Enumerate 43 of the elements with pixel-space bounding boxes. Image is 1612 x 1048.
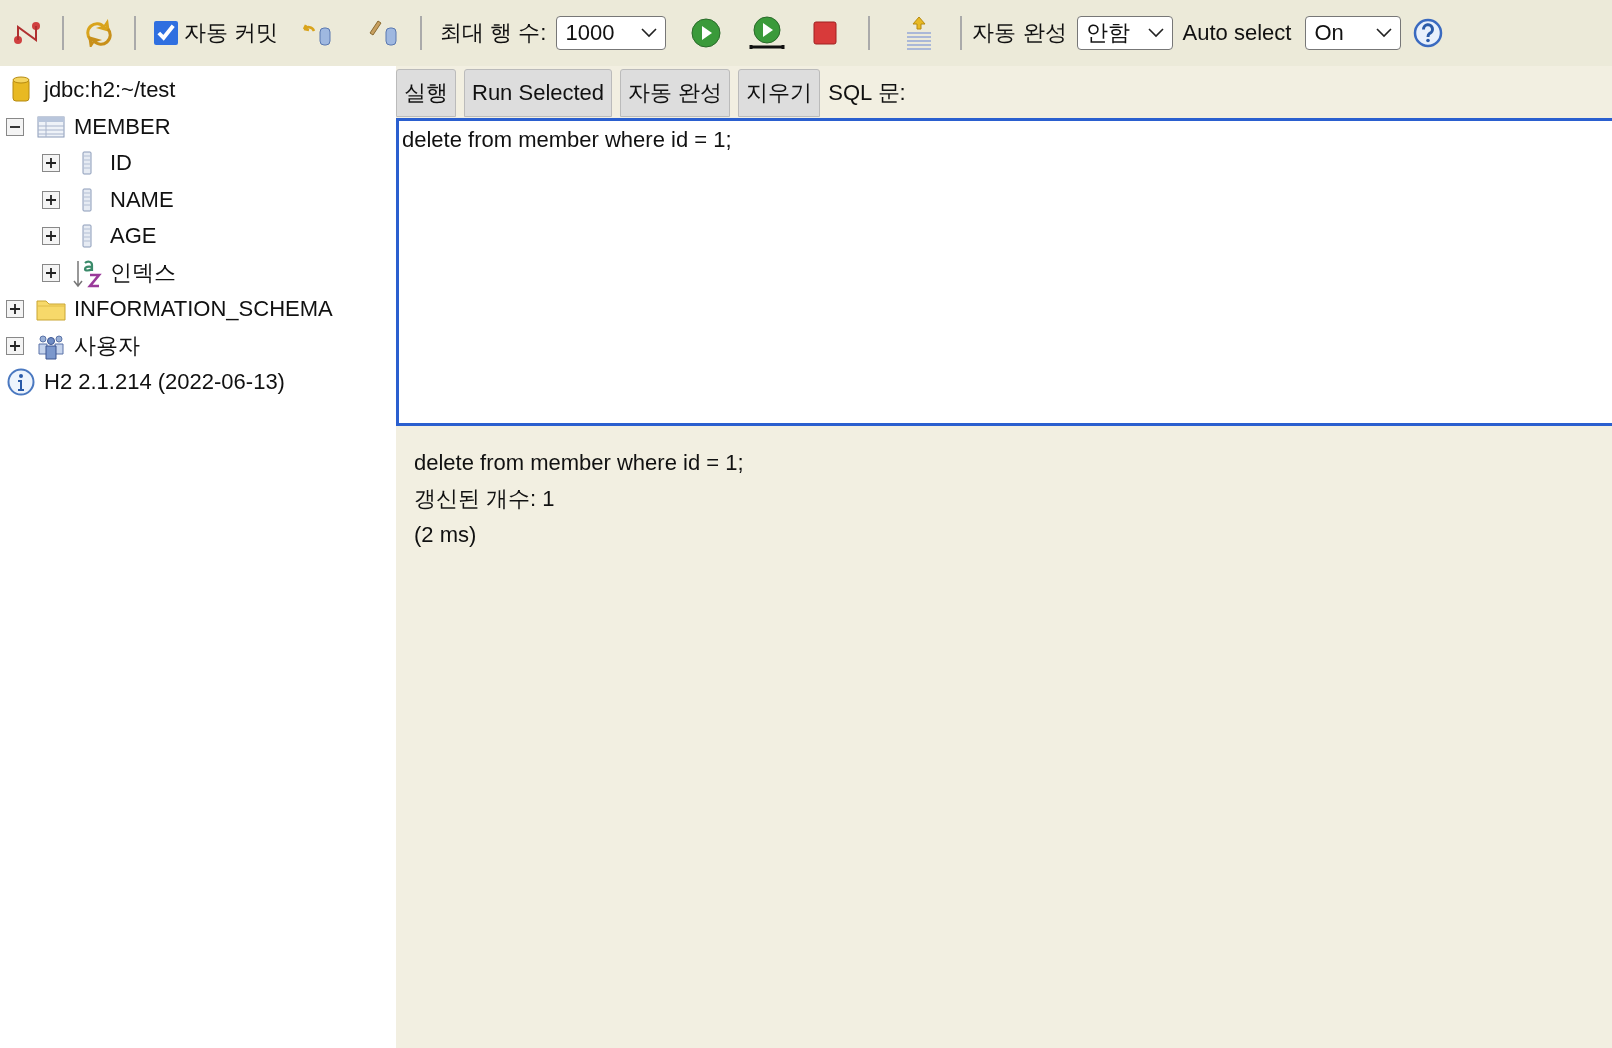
tree-item[interactable]: NAME xyxy=(110,186,174,213)
expand-icon[interactable] xyxy=(42,263,60,282)
expand-icon[interactable] xyxy=(6,336,24,355)
max-rows-label: 최대 행 수: xyxy=(440,19,547,47)
caret-icon xyxy=(1147,28,1164,38)
column-icon xyxy=(82,187,92,212)
result-text: 갱신된 개수: 1 xyxy=(414,485,556,513)
collapse-icon[interactable] xyxy=(6,117,24,136)
expand-icon[interactable] xyxy=(42,154,60,173)
sql-action-button[interactable]: Run Selected xyxy=(464,69,613,117)
auto-select-label: Auto select xyxy=(1182,20,1292,46)
column-icon xyxy=(82,224,92,249)
autocomplete-select[interactable]: 안함 xyxy=(1076,16,1173,50)
tree-item[interactable]: INFORMATION_SCHEMA xyxy=(74,296,333,323)
sql-label: SQL 문: xyxy=(828,79,906,107)
sql-action-button[interactable]: 실행 xyxy=(396,69,456,117)
caret-icon xyxy=(1376,28,1393,38)
tree-item[interactable]: MEMBER xyxy=(74,113,171,140)
database-icon xyxy=(12,76,30,105)
tree-item[interactable]: 인덱스 xyxy=(110,257,176,288)
table-icon xyxy=(37,115,65,138)
max-rows-select[interactable]: 1000 xyxy=(556,16,667,50)
tree-item[interactable]: AGE xyxy=(110,223,157,250)
auto-commit-checkbox[interactable] xyxy=(154,21,178,45)
tree-item[interactable]: ID xyxy=(110,150,132,177)
auto-select-select[interactable]: On xyxy=(1305,16,1402,50)
checkbox-label: 자동 커밋 xyxy=(184,19,279,47)
result-text: delete from member where id = 1; xyxy=(414,450,745,476)
caret-icon xyxy=(641,28,658,38)
sql-editor[interactable]: delete from member where id = 1; xyxy=(396,118,1612,426)
sql-action-button[interactable]: 자동 완성 xyxy=(620,69,731,117)
expand-icon[interactable] xyxy=(6,300,24,319)
column-icon xyxy=(82,151,92,176)
sql-action-button[interactable]: 지우기 xyxy=(738,69,821,117)
tree-item[interactable]: 사용자 xyxy=(74,330,140,361)
folder-icon xyxy=(36,297,66,322)
tree-item[interactable]: H2 2.1.214 (2022-06-13) xyxy=(44,369,285,396)
info-icon xyxy=(7,368,35,397)
expand-icon[interactable] xyxy=(42,227,60,246)
tree-item[interactable]: jdbc:h2:~/test xyxy=(44,77,176,104)
expand-icon[interactable] xyxy=(42,190,60,209)
result-text: (2 ms) xyxy=(414,522,478,548)
autocomplete-label: 자동 완성 xyxy=(972,19,1067,47)
